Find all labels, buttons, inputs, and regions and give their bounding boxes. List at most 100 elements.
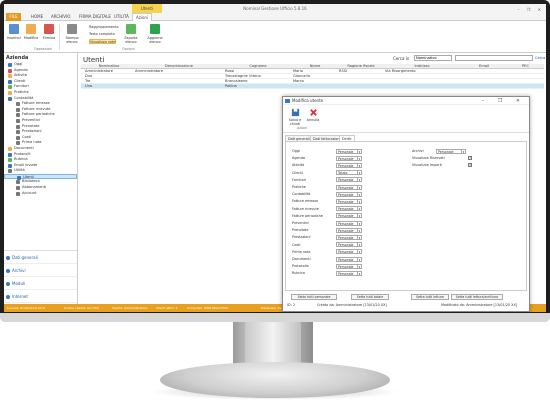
delete-label: Elimina (42, 36, 56, 40)
perm-label: Rubrica (292, 271, 305, 276)
tab-home[interactable]: HOME (28, 13, 46, 21)
ribbon-group-opzioni: Opzioni (122, 47, 135, 51)
perm-select-value: Personale (338, 163, 354, 168)
insert-button[interactable]: Inserisci (6, 24, 22, 40)
perm-label: Documenti (292, 257, 311, 261)
set-all-read-button[interactable]: Setta tutti lettura (411, 294, 449, 300)
perm-select-value: Personale (338, 178, 354, 183)
dialog-group-azioni: Azioni (297, 126, 308, 130)
dropdown-arrow-icon: ▾ (357, 250, 361, 255)
perm-select[interactable]: Personale ▾ (336, 162, 362, 168)
edit-button[interactable]: Modifica (23, 24, 39, 40)
perm-label: Fatture ricevute (292, 206, 319, 211)
refresh-list-button[interactable]: Aggiorna elenco (145, 24, 165, 44)
sidebar-item-icon (16, 107, 20, 112)
perm-select[interactable]: Personale ▾ (336, 213, 362, 219)
search-input[interactable] (455, 55, 533, 61)
sidebar-item-icon (16, 180, 20, 185)
sidebar-item-icon (8, 169, 12, 174)
perm-label-archivi: Archivi (412, 149, 424, 153)
dropdown-arrow-icon: ▾ (357, 149, 361, 154)
perm-select[interactable]: Personale ▾ (336, 191, 362, 197)
show-reserved-checkbox[interactable]: ✓ (468, 156, 472, 160)
sidebar: Azienda Oggi Agenda Attività Clienti Fornito… (4, 53, 78, 304)
perm-label: Fatture periodiche (292, 213, 323, 218)
save-close-label: Salva e chiudi (288, 118, 302, 126)
window-title: Nominal Gestione Ufficio 5.8.16 (243, 6, 307, 11)
perm-select[interactable]: Personale ▾ (336, 177, 362, 183)
perm-select[interactable]: Personale ▾ (336, 148, 362, 154)
close-x-icon (309, 109, 317, 116)
nav-internet[interactable]: Internet (4, 290, 77, 303)
tab-azioni[interactable]: Azioni (132, 13, 153, 21)
floppy-disk-icon (291, 108, 299, 117)
sidebar-nav: Dati generali Archivi Moduli Internet (4, 250, 77, 303)
nav-dati-generali[interactable]: Dati generali (4, 251, 77, 264)
dropdown-arrow-icon: ▾ (357, 235, 361, 240)
grouping-toggle[interactable]: Raggruppamento (89, 25, 119, 30)
perm-select[interactable]: Personale ▾ (336, 184, 362, 190)
nav-label: Archivi (12, 268, 26, 273)
dialog-ribbon: Salva e chiudi Annulla Azioni (283, 105, 529, 133)
users-table: Nominativo Denominazione Cognome Nome Ragion… (81, 64, 544, 89)
tab-archivio[interactable]: ARCHIVIO (48, 13, 73, 21)
perm-select[interactable]: Personale ▾ (336, 227, 362, 233)
set-all-personal-button[interactable]: Setta tutti personale (291, 294, 337, 300)
export-list-button[interactable]: Esporta elenco (121, 24, 141, 44)
sidebar-item-icon (16, 118, 20, 123)
delete-button[interactable]: Elimina (41, 24, 57, 40)
perm-select-value: Personale (338, 156, 354, 161)
tab-file[interactable]: FILE (6, 13, 21, 21)
perm-label: Attività (292, 163, 305, 168)
perm-select[interactable]: Personale ▾ (336, 206, 362, 212)
nav-moduli[interactable]: Moduli (4, 277, 77, 290)
print-list-button[interactable]: Stampa elenco (64, 24, 80, 44)
perm-select[interactable]: Personale ▾ (336, 242, 362, 248)
perm-select[interactable]: Totale ▾ (336, 170, 362, 176)
set-all-readwrite-button[interactable]: Setta tutti lettura/scrittura (451, 294, 503, 300)
tab-firma-digitale[interactable]: FIRMA DIGITALE (76, 13, 114, 21)
perm-select[interactable]: Personale ▾ (336, 198, 362, 204)
perm-select[interactable]: Personale ▾ (336, 256, 362, 262)
perm-select-value: Personale (338, 243, 354, 248)
cancel-button[interactable]: Annulla (304, 108, 322, 122)
dropdown-arrow-icon: ▾ (357, 271, 361, 276)
tab-utilita[interactable]: UTILITÀ (111, 13, 132, 21)
dropdown-arrow-icon: ▾ (357, 192, 361, 197)
set-all-total-button[interactable]: Setta tutti totale (351, 294, 389, 300)
perm-select-value: Personale (438, 149, 454, 154)
show-notes-toggle[interactable]: Visualizza note (89, 39, 117, 44)
sidebar-item-icon (8, 74, 12, 79)
search-field-select[interactable]: Nominativo (414, 55, 452, 61)
perm-select[interactable]: Personale ▾ (336, 155, 362, 161)
status-license: Licenza: ID Nominal 00-0 (7, 306, 45, 310)
sidebar-item[interactable]: Account (4, 191, 77, 197)
dropdown-arrow-icon: ▾ (357, 171, 361, 176)
perm-select[interactable]: Personale ▾ (336, 263, 362, 269)
perm-label: Fornitori (292, 177, 307, 182)
show-amounts-checkbox[interactable]: ✓ (468, 163, 472, 167)
user-window-icon (285, 99, 290, 103)
perm-label: Prenotate (292, 228, 309, 233)
dropdown-arrow-icon: ▾ (357, 264, 361, 269)
perm-select[interactable]: Personale ▾ (336, 220, 362, 226)
printer-icon (67, 24, 77, 34)
save-close-button[interactable]: Salva e chiudi (286, 108, 304, 126)
dialog-window-controls[interactable]: – ❐ ✕ (482, 97, 526, 105)
sidebar-item-icon (16, 130, 20, 135)
perm-select[interactable]: Personale ▾ (336, 249, 362, 255)
edit-user-dialog: Modifica utente – ❐ ✕ Salva e chiudi Ann… (282, 96, 530, 312)
table-row[interactable]: Uno Pallina (81, 84, 544, 89)
export-label: Esporta elenco (124, 36, 138, 44)
perm-select[interactable]: Personale ▾ (336, 270, 362, 276)
perm-select-value: Personale (338, 214, 354, 219)
status-customer-code: Codice cliente: UL7150 (64, 306, 99, 310)
perm-select-archivi[interactable]: Personale ▾ (436, 148, 466, 154)
refresh-label: Aggiorna elenco (147, 36, 163, 44)
perm-select[interactable]: Personale ▾ (336, 234, 362, 240)
full-text-toggle[interactable]: Testo completo (89, 32, 115, 37)
house-icon (6, 256, 10, 260)
nav-archivi[interactable]: Archivi (4, 264, 77, 277)
archive-icon (6, 269, 10, 273)
search-button[interactable]: Cerca (535, 56, 545, 60)
